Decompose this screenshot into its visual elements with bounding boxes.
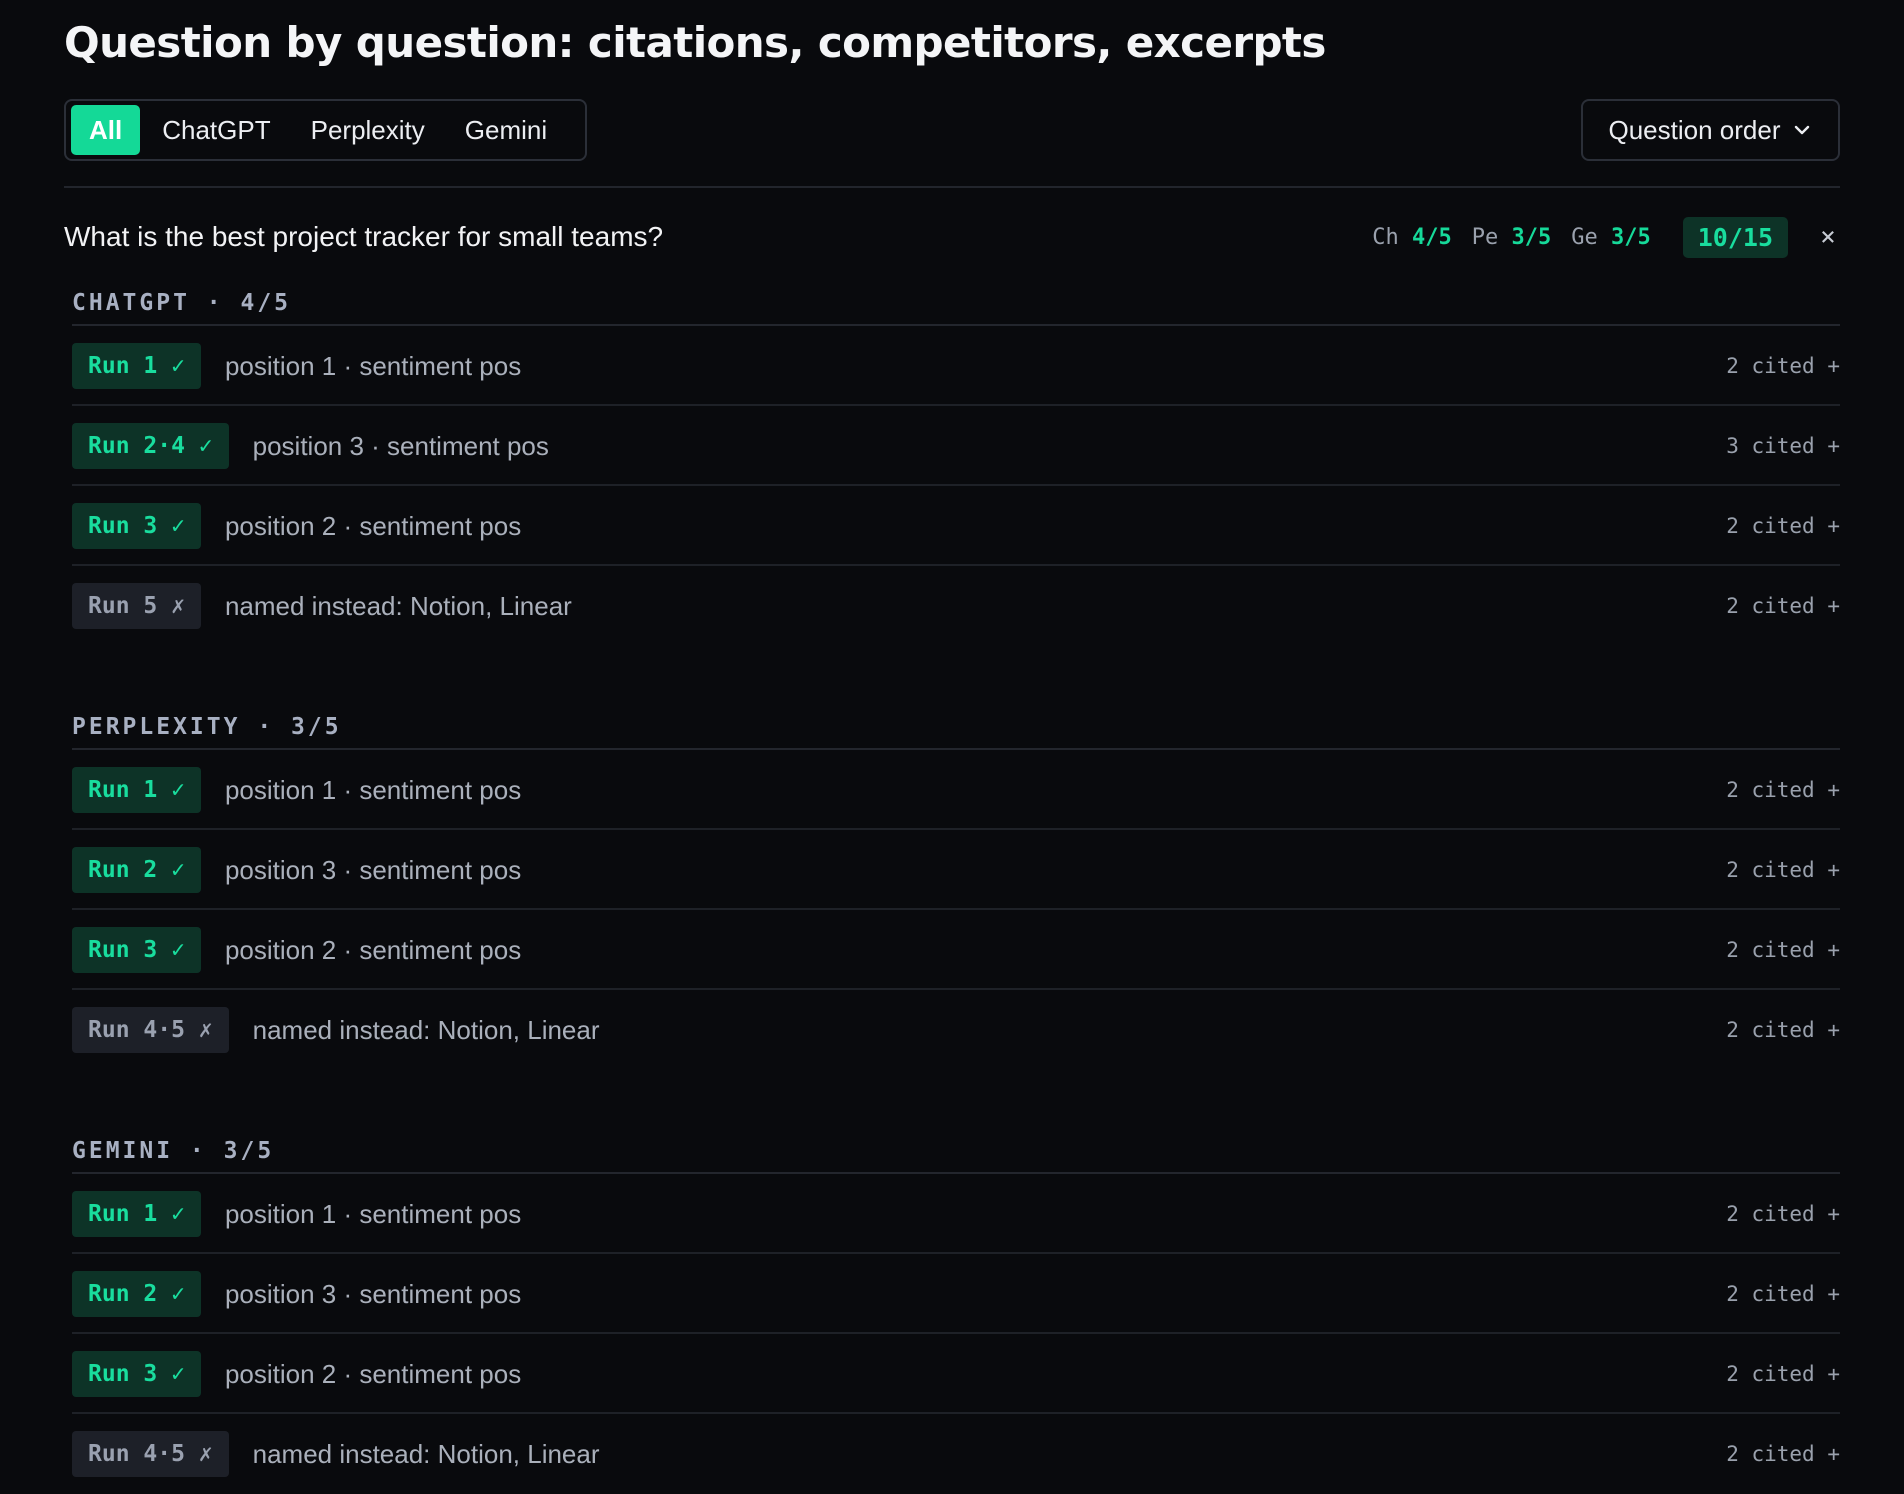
cited-count-toggle[interactable]: 2 cited + [1726, 858, 1840, 882]
run-detail: position 3 · sentiment pos [224, 1278, 522, 1309]
score-chatgpt: Ch 4/5 [1372, 224, 1452, 250]
run-badge: Run 1 ✓ [72, 343, 201, 389]
cited-count-toggle[interactable]: 2 cited + [1726, 1362, 1840, 1386]
total-score-badge: 10/15 [1682, 216, 1788, 258]
sort-order-label: Question order [1608, 114, 1781, 145]
tab-all[interactable]: All [71, 105, 141, 155]
run-row[interactable]: Run 2·4 ✓ position 3 · sentiment pos 3 cit… [72, 406, 1840, 486]
run-badge: Run 5 ✗ [72, 583, 201, 629]
cited-count-toggle[interactable]: 2 cited + [1726, 594, 1840, 618]
run-detail: position 3 · sentiment pos [224, 854, 522, 885]
run-detail: position 1 · sentiment pos [224, 1198, 522, 1229]
run-detail: position 2 · sentiment pos [224, 510, 522, 541]
cited-count-toggle[interactable]: 2 cited + [1726, 1442, 1840, 1466]
cited-count-toggle[interactable]: 3 cited + [1726, 434, 1840, 458]
run-row[interactable]: Run 4·5 ✗ named instead: Notion, Linear 2 … [72, 1414, 1840, 1494]
run-badge: Run 2 ✓ [72, 847, 201, 893]
cited-count-toggle[interactable]: 2 cited + [1726, 938, 1840, 962]
run-badge: Run 2·4 ✓ [72, 423, 229, 469]
cited-count-toggle[interactable]: 2 cited + [1726, 354, 1840, 378]
engine-filter-tabs: All ChatGPT Perplexity Gemini [64, 99, 587, 161]
run-badge: Run 3 ✓ [72, 927, 201, 973]
run-detail: position 2 · sentiment pos [224, 934, 522, 965]
run-row[interactable]: Run 3 ✓ position 2 · sentiment pos 2 cited… [72, 910, 1840, 990]
run-badge: Run 3 ✓ [72, 1351, 201, 1397]
run-row[interactable]: Run 1 ✓ position 1 · sentiment pos 2 cited… [72, 750, 1840, 830]
run-detail: named instead: Notion, Linear [224, 590, 572, 621]
cited-count-toggle[interactable]: 2 cited + [1726, 1282, 1840, 1306]
cited-count-toggle[interactable]: 2 cited + [1726, 514, 1840, 538]
run-detail: position 3 · sentiment pos [252, 430, 549, 461]
run-row[interactable]: Run 5 ✗ named instead: Notion, Linear 2 ci… [72, 566, 1840, 646]
close-icon[interactable]: × [1816, 222, 1840, 252]
section-header-gemini: GEMINI · 3/5 [72, 1138, 275, 1164]
tab-gemini[interactable]: Gemini [447, 105, 565, 155]
run-row[interactable]: Run 4·5 ✗ named instead: Notion, Linear 2 … [72, 990, 1840, 1070]
cited-count-toggle[interactable]: 2 cited + [1726, 778, 1840, 802]
cited-count-toggle[interactable]: 2 cited + [1726, 1018, 1840, 1042]
question-text: What is the best project tracker for sma… [64, 221, 664, 252]
run-row[interactable]: Run 3 ✓ position 2 · sentiment pos 2 cited… [72, 1334, 1840, 1414]
sort-order-select[interactable]: Question order [1581, 99, 1840, 161]
score-perplexity: Pe 3/5 [1471, 224, 1552, 250]
section-header-perplexity: PERPLEXITY · 3/5 [72, 714, 342, 740]
run-detail: position 2 · sentiment pos [224, 1358, 522, 1389]
run-row[interactable]: Run 1 ✓ position 1 · sentiment pos 2 cited… [72, 326, 1840, 406]
question-header: What is the best project tracker for sma… [64, 212, 1840, 262]
tab-perplexity[interactable]: Perplexity [293, 105, 443, 155]
run-detail: named instead: Notion, Linear [252, 1014, 600, 1045]
run-detail: named instead: Notion, Linear [252, 1438, 600, 1469]
run-badge: Run 3 ✓ [72, 503, 201, 549]
run-row[interactable]: Run 2 ✓ position 3 · sentiment pos 2 cited… [72, 1254, 1840, 1334]
run-row[interactable]: Run 3 ✓ position 2 · sentiment pos 2 cited… [72, 486, 1840, 566]
section-header-chatgpt: CHATGPT · 4/5 [72, 290, 292, 316]
run-row[interactable]: Run 2 ✓ position 3 · sentiment pos 2 cited… [72, 830, 1840, 910]
page-title: Question by question: citations, competi… [64, 18, 1326, 67]
run-badge: Run 4·5 ✗ [72, 1007, 229, 1053]
run-badge: Run 2 ✓ [72, 1271, 201, 1317]
chevron-down-icon [1795, 125, 1810, 135]
run-badge: Run 1 ✓ [72, 767, 201, 813]
run-row[interactable]: Run 1 ✓ position 1 · sentiment pos 2 cited… [72, 1174, 1840, 1254]
run-badge: Run 1 ✓ [72, 1191, 201, 1237]
divider [64, 186, 1840, 188]
run-detail: position 1 · sentiment pos [224, 350, 522, 381]
cited-count-toggle[interactable]: 2 cited + [1726, 1202, 1840, 1226]
run-badge: Run 4·5 ✗ [72, 1431, 229, 1477]
run-detail: position 1 · sentiment pos [224, 774, 522, 805]
tab-chatgpt[interactable]: ChatGPT [144, 105, 288, 155]
engine-scores: Ch 4/5 Pe 3/5 Ge 3/5 10/15 × [1372, 216, 1840, 258]
score-gemini: Ge 3/5 [1571, 224, 1651, 250]
